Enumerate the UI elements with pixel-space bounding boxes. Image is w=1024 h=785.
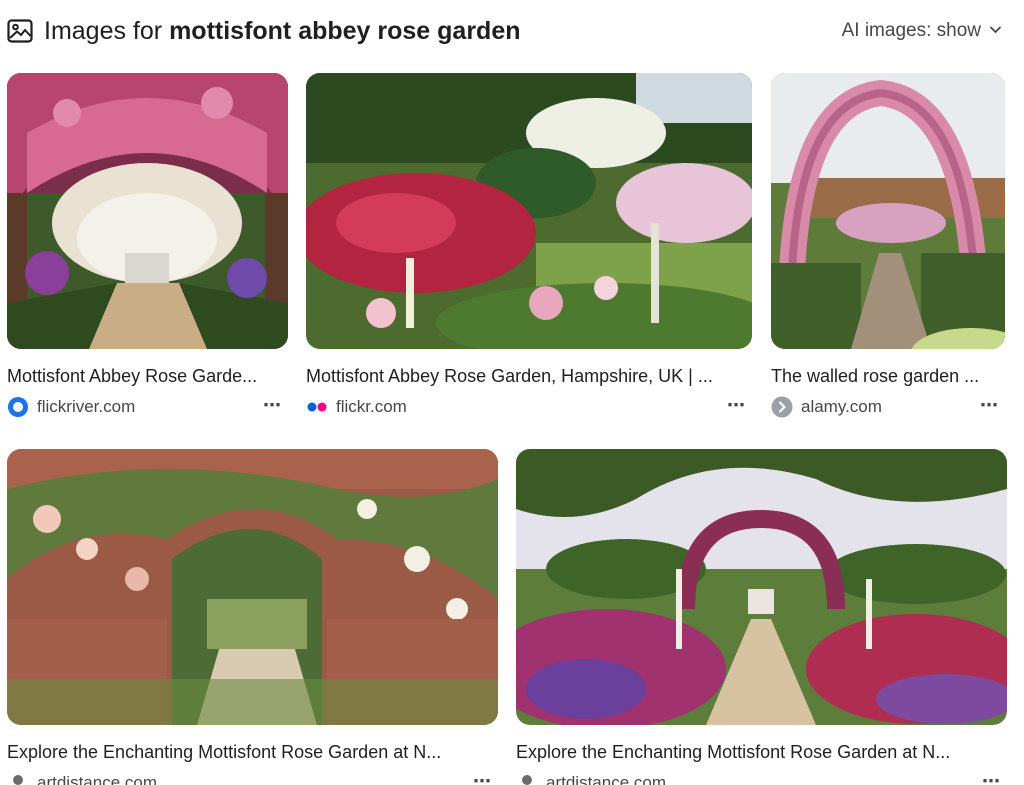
result-source[interactable]: flickr.com [336, 397, 407, 417]
image-result-card[interactable]: Explore the Enchanting Mottisfont Rose G… [7, 449, 498, 785]
more-options-icon[interactable]: ⋯ [263, 395, 282, 415]
image-result-card[interactable]: Explore the Enchanting Mottisfont Rose G… [516, 449, 1007, 785]
page-title: Images for mottisfont abbey rose garden [44, 14, 521, 48]
result-source-row: flickr.com ⋯ [306, 395, 752, 419]
rose-arch-tunnel-photo[interactable] [7, 73, 288, 349]
result-caption[interactable]: Explore the Enchanting Mottisfont Rose G… [516, 739, 1007, 765]
ai-images-toggle-label: AI images: show [841, 20, 981, 41]
gravel-path-borders-photo[interactable] [516, 449, 1007, 725]
result-caption[interactable]: Explore the Enchanting Mottisfont Rose G… [7, 739, 498, 765]
more-options-icon[interactable]: ⋯ [982, 771, 1001, 785]
flickr-icon [306, 396, 328, 418]
result-caption[interactable]: Mottisfont Abbey Rose Garde... [7, 363, 288, 389]
brick-wall-arch-photo[interactable] [7, 449, 498, 725]
alamy-icon [771, 396, 793, 418]
image-result-card[interactable]: Mottisfont Abbey Rose Garde... flickrive… [7, 73, 288, 419]
result-source[interactable]: alamy.com [801, 397, 882, 417]
result-source[interactable]: artdistance.com [37, 773, 157, 785]
result-source[interactable]: flickriver.com [37, 397, 135, 417]
result-source-row: alamy.com ⋯ [771, 395, 1005, 419]
more-options-icon[interactable]: ⋯ [980, 395, 999, 415]
result-source[interactable]: artdistance.com [546, 773, 666, 785]
artdistance-icon [7, 772, 29, 785]
image-icon [7, 19, 33, 43]
artdistance-icon [516, 772, 538, 785]
title-prefix: Images for [44, 17, 170, 45]
result-caption[interactable]: The walled rose garden ... [771, 363, 1005, 389]
rose-borders-photo[interactable] [306, 73, 752, 349]
result-source-row: artdistance.com ⋯ [516, 771, 1007, 785]
title-query: mottisfont abbey rose garden [169, 17, 521, 45]
result-caption[interactable]: Mottisfont Abbey Rose Garden, Hampshire,… [306, 363, 752, 389]
more-options-icon[interactable]: ⋯ [727, 395, 746, 415]
result-source-row: artdistance.com ⋯ [7, 771, 498, 785]
ai-images-toggle[interactable]: AI images: show [842, 17, 1002, 45]
image-results-page: Images for mottisfont abbey rose garden … [0, 0, 1024, 785]
image-results-header: Images for mottisfont abbey rose garden … [0, 0, 1024, 62]
result-source-row: flickriver.com ⋯ [7, 395, 288, 419]
image-result-card[interactable]: Mottisfont Abbey Rose Garden, Hampshire,… [306, 73, 752, 419]
chevron-down-icon [989, 17, 1002, 45]
more-options-icon[interactable]: ⋯ [473, 771, 492, 785]
flickriver-icon [7, 396, 29, 418]
rose-arch-path-photo[interactable] [771, 73, 1005, 349]
image-result-card[interactable]: The walled rose garden ... alamy.com ⋯ [771, 73, 1005, 419]
